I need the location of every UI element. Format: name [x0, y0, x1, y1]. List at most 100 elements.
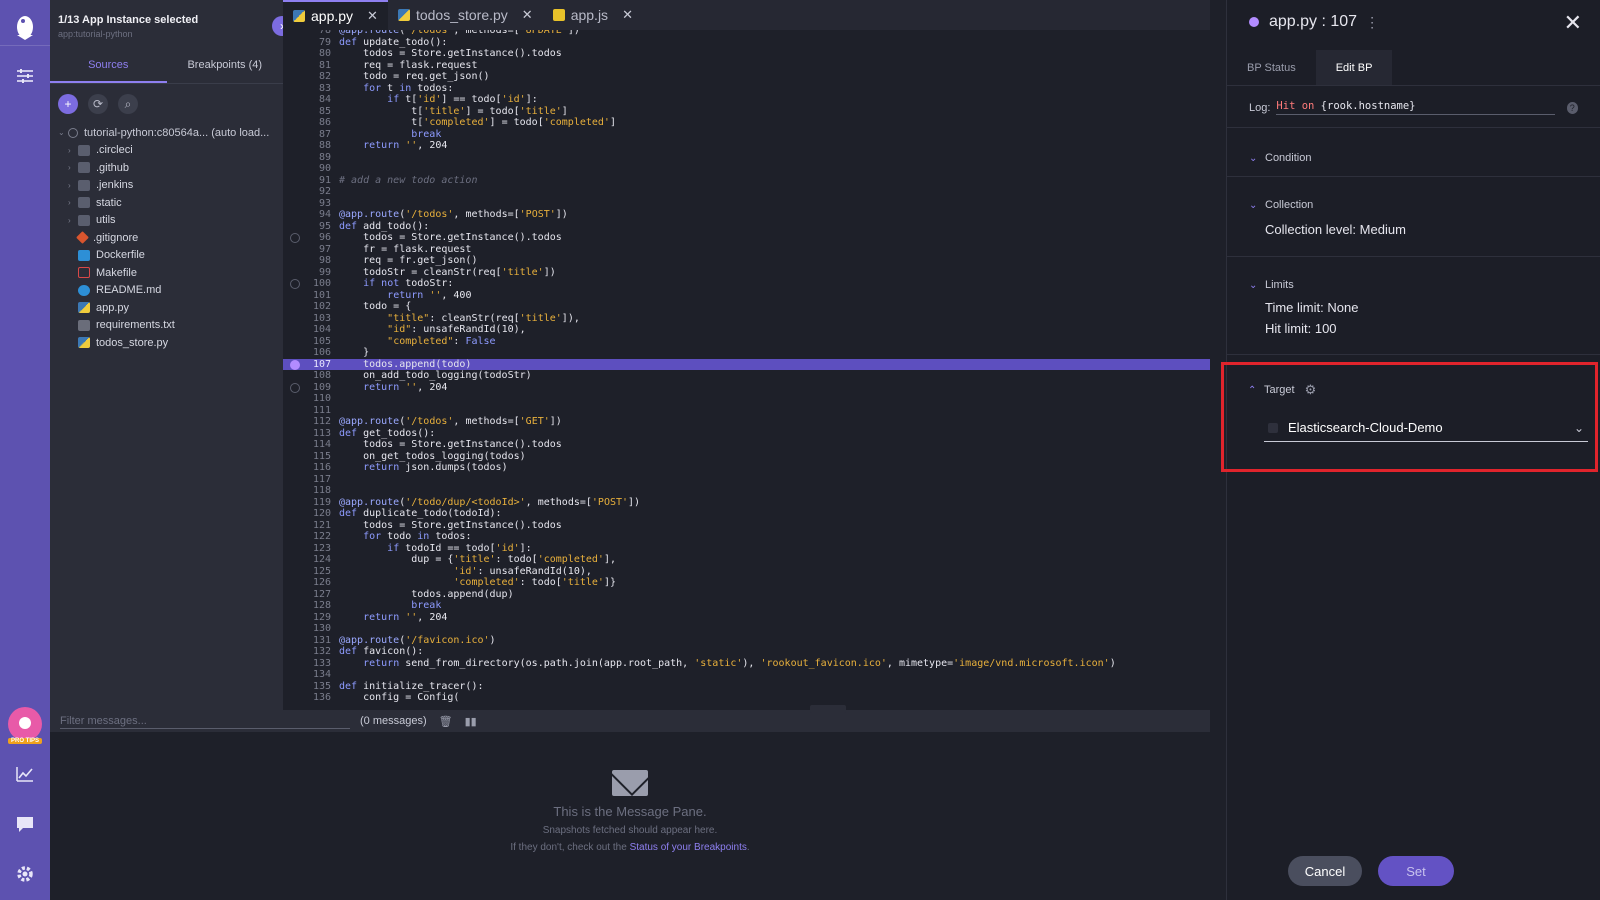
- code-line[interactable]: 122 for todo in todos:: [283, 531, 1210, 543]
- tab-sources[interactable]: Sources: [50, 46, 167, 83]
- breakpoint-marker-icon[interactable]: [290, 233, 300, 243]
- code-line[interactable]: 128 break: [283, 600, 1210, 612]
- code-line[interactable]: 119 @app.route('/todo/dup/<todoId>', meth…: [283, 497, 1210, 509]
- code-line[interactable]: 110: [283, 393, 1210, 405]
- tab-edit-bp[interactable]: Edit BP: [1315, 50, 1393, 85]
- trash-icon[interactable]: 🗑: [439, 715, 453, 728]
- close-icon[interactable]: ✕: [522, 7, 533, 23]
- code-line[interactable]: 79 def update_todo():: [283, 37, 1210, 49]
- breakpoint-marker-icon[interactable]: [290, 279, 300, 289]
- code-line[interactable]: 102 todo = {: [283, 301, 1210, 313]
- code-line[interactable]: 106 }: [283, 347, 1210, 359]
- target-header[interactable]: ⌃ Target ⚙: [1248, 382, 1578, 398]
- cancel-button[interactable]: Cancel: [1288, 856, 1362, 886]
- filter-messages-input[interactable]: Filter messages...: [60, 713, 350, 729]
- code-line[interactable]: 112 @app.route('/todos', methods=['GET']): [283, 416, 1210, 428]
- code-line[interactable]: 121 todos = Store.getInstance().todos: [283, 520, 1210, 532]
- breakpoint-marker-icon[interactable]: [290, 382, 300, 393]
- code-line[interactable]: 104 "id": unsafeRandId(10),: [283, 324, 1210, 336]
- code-line[interactable]: 108 on_add_todo_logging(todoStr): [283, 370, 1210, 382]
- code-line[interactable]: 105 "completed": False: [283, 336, 1210, 348]
- code-line[interactable]: 87 break: [283, 129, 1210, 141]
- code-line[interactable]: 101 return '', 400: [283, 290, 1210, 302]
- code-line[interactable]: 99 todoStr = cleanStr(req['title']): [283, 267, 1210, 279]
- code-line[interactable]: 81 req = flask.request: [283, 60, 1210, 72]
- gear-icon[interactable]: [0, 856, 50, 892]
- code-line[interactable]: 88 return '', 204: [283, 140, 1210, 152]
- tree-item-gitignore[interactable]: .gitignore: [58, 229, 283, 247]
- code-line[interactable]: 80 todos = Store.getInstance().todos: [283, 48, 1210, 60]
- code-line[interactable]: 82 todo = req.get_json(): [283, 71, 1210, 83]
- code-line[interactable]: 132 def favicon():: [283, 646, 1210, 658]
- code-line[interactable]: 117: [283, 474, 1210, 486]
- gear-icon[interactable]: ⚙: [1305, 382, 1317, 398]
- code-line[interactable]: 85 t['title'] = todo['title']: [283, 106, 1210, 118]
- tree-item-github[interactable]: › .github: [58, 159, 283, 177]
- target-select[interactable]: Elasticsearch-Cloud-Demo ⌄: [1264, 414, 1588, 442]
- code-line[interactable]: 125 'id': unsafeRandId(10),: [283, 566, 1210, 578]
- code-line[interactable]: 111: [283, 405, 1210, 417]
- code-line[interactable]: 94 @app.route('/todos', methods=['POST']): [283, 209, 1210, 221]
- code-line[interactable]: 97 fr = flask.request: [283, 244, 1210, 256]
- search-icon[interactable]: ⌕: [118, 94, 138, 114]
- code-line[interactable]: 89: [283, 152, 1210, 164]
- more-vertical-icon[interactable]: ⋮: [1365, 14, 1379, 31]
- code-line[interactable]: 126 'completed': todo['title']}: [283, 577, 1210, 589]
- tree-item-circleci[interactable]: › .circleci: [58, 142, 283, 160]
- code-line[interactable]: 129 return '', 204: [283, 612, 1210, 624]
- add-source-button[interactable]: +: [58, 94, 78, 114]
- code-line[interactable]: 95 def add_todo():: [283, 221, 1210, 233]
- code-line[interactable]: 113 def get_todos():: [283, 428, 1210, 440]
- tab-app-js[interactable]: app.js ✕: [543, 0, 643, 30]
- close-icon[interactable]: ✕: [1564, 10, 1582, 36]
- tree-item-makefile[interactable]: Makefile: [58, 264, 283, 282]
- settings-sliders-icon[interactable]: [0, 58, 50, 94]
- tree-item-app-py[interactable]: app.py: [58, 299, 283, 317]
- code-line[interactable]: 123 if todoId == todo['id']:: [283, 543, 1210, 555]
- tab-todos-store-py[interactable]: todos_store.py ✕: [388, 0, 543, 30]
- breakpoint-marker-icon[interactable]: [290, 359, 300, 370]
- code-line[interactable]: 134: [283, 669, 1210, 681]
- close-icon[interactable]: ✕: [367, 8, 378, 24]
- code-line[interactable]: 109 return '', 204: [283, 382, 1210, 394]
- tree-item-utils[interactable]: › utils: [58, 212, 283, 230]
- tree-item-static[interactable]: › static: [58, 194, 283, 212]
- code-line[interactable]: 86 t['completed'] = todo['completed']: [283, 117, 1210, 129]
- code-line[interactable]: 103 "title": cleanStr(req['title']),: [283, 313, 1210, 325]
- code-line[interactable]: 114 todos = Store.getInstance().todos: [283, 439, 1210, 451]
- code-line[interactable]: 131 @app.route('/favicon.ico'): [283, 635, 1210, 647]
- analytics-chart-icon[interactable]: [0, 756, 50, 792]
- code-line[interactable]: 91 # add a new todo action: [283, 175, 1210, 187]
- code-line[interactable]: 98 req = fr.get_json(): [283, 255, 1210, 267]
- tab-breakpoints[interactable]: Breakpoints (4): [167, 46, 284, 83]
- tree-item-todos-store-py[interactable]: todos_store.py: [58, 334, 283, 352]
- tree-item-dockerfile[interactable]: Dockerfile: [58, 247, 283, 265]
- tab-app-py[interactable]: app.py ✕: [283, 0, 388, 30]
- set-button[interactable]: Set: [1378, 856, 1454, 886]
- pane-resize-handle[interactable]: [810, 705, 846, 713]
- chat-bubble-icon[interactable]: [0, 806, 50, 842]
- code-line[interactable]: 118: [283, 485, 1210, 497]
- code-line[interactable]: 83 for t in todos:: [283, 83, 1210, 95]
- collection-header[interactable]: ⌄ Collection: [1249, 199, 1578, 211]
- code-editor[interactable]: 78 @app.route('/todos', methods=['UPDATE'…: [283, 30, 1210, 710]
- breakpoint-status-link[interactable]: Status of your Breakpoints: [630, 842, 747, 853]
- code-line[interactable]: 136 config = Config(: [283, 692, 1210, 704]
- code-line[interactable]: 133 return send_from_directory(os.path.j…: [283, 658, 1210, 670]
- code-line[interactable]: 116 return json.dumps(todos): [283, 462, 1210, 474]
- tab-bp-status[interactable]: BP Status: [1227, 50, 1316, 85]
- pro-tips-icon[interactable]: PRO TIPS: [0, 702, 50, 746]
- code-line[interactable]: 124 dup = {'title': todo['completed'],: [283, 554, 1210, 566]
- code-line[interactable]: 120 def duplicate_todo(todoId):: [283, 508, 1210, 520]
- rookout-logo-icon[interactable]: [0, 6, 50, 46]
- code-line[interactable]: 127 todos.append(dup): [283, 589, 1210, 601]
- code-line[interactable]: 100 if not todoStr:: [283, 278, 1210, 290]
- code-line[interactable]: 107 todos.append(todo): [283, 358, 1210, 370]
- tree-item-readme-md[interactable]: README.md: [58, 282, 283, 300]
- limits-header[interactable]: ⌄ Limits: [1249, 279, 1578, 291]
- condition-header[interactable]: ⌄ Condition: [1249, 152, 1578, 164]
- tree-root-repo[interactable]: ⌄ tutorial-python:c80564a... (auto load.…: [58, 124, 283, 142]
- refresh-icon[interactable]: ⟳: [88, 94, 108, 114]
- bar-chart-icon[interactable]: ▮▮: [465, 715, 477, 728]
- code-line[interactable]: 93: [283, 198, 1210, 210]
